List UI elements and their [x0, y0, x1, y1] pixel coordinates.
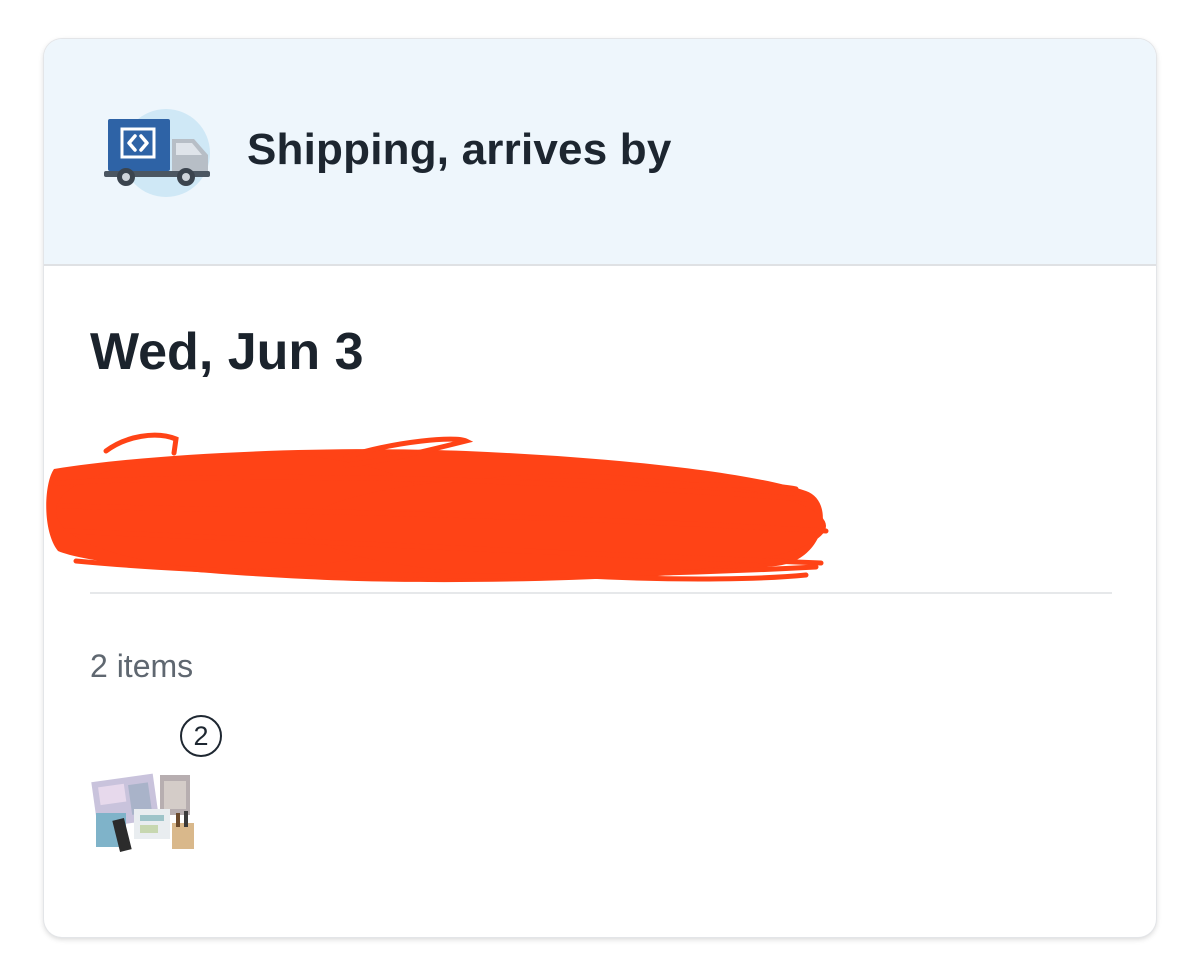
item-thumbnail[interactable] — [90, 769, 210, 859]
items-count-label: 2 items — [90, 648, 194, 684]
section-divider — [90, 592, 1112, 594]
redaction-scribble — [46, 391, 836, 591]
shipping-card: Shipping, arrives by Wed, Jun 3 2 items … — [44, 39, 1156, 937]
shipping-header: Shipping, arrives by — [44, 39, 1156, 266]
item-quantity-badge: 2 — [180, 715, 222, 757]
item-quantity-value: 2 — [193, 720, 209, 751]
arrival-date: Wed, Jun 3 — [90, 323, 364, 381]
delivery-truck-icon — [102, 105, 214, 197]
shipping-header-title: Shipping, arrives by — [247, 125, 672, 174]
